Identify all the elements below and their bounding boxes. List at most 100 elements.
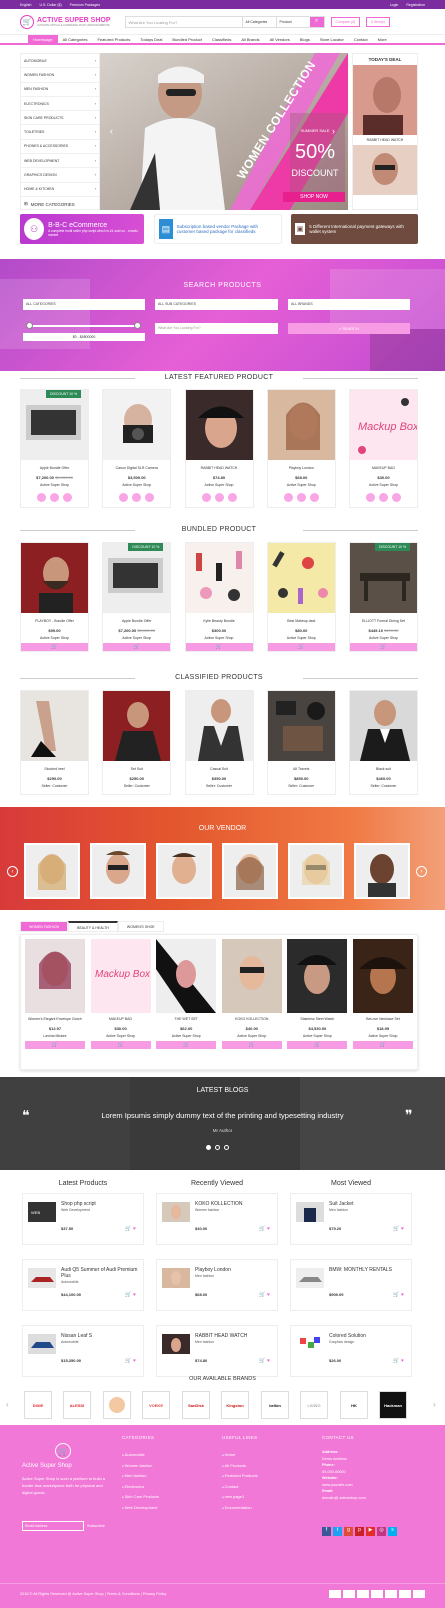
add-to-cart-button[interactable]: 🛒 xyxy=(352,1041,413,1049)
banner-bbc[interactable]: ⚇ B-B-C eCommerce A complete multi seller… xyxy=(20,214,144,244)
sidebar-item-men-fashion[interactable]: MEN FASHION › xyxy=(21,83,99,97)
footer-link[interactable]: new page1 xyxy=(222,1492,310,1503)
keyword-input[interactable]: What Are You Looking For? xyxy=(155,323,278,334)
sidebar-item-toiletries[interactable]: TOILETRIES › xyxy=(21,125,99,140)
product-name[interactable]: PLAYBOY - Bundle Offer xyxy=(21,619,88,623)
sidebar-item-automobile[interactable]: AUTOMOBILE › xyxy=(21,54,99,69)
compare-icon[interactable] xyxy=(392,493,401,502)
product-seller[interactable]: Active Super Shop xyxy=(103,483,170,487)
product-seller[interactable]: Active Super Shop xyxy=(268,636,335,640)
cart-icon[interactable] xyxy=(283,493,293,502)
product-card[interactable]: Kylie Beauty Bundle $300.00 Active Super… xyxy=(184,542,254,652)
product-name[interactable]: RABBIT HEAD WATCH xyxy=(186,466,253,470)
login-link[interactable]: Login xyxy=(390,3,399,7)
footer-link[interactable]: Contact xyxy=(222,1482,310,1493)
product-card[interactable]: All Travels $850.00 Seller: Customer xyxy=(266,690,336,795)
brand-logo[interactable]: Hackman xyxy=(379,1391,407,1419)
more-categories-button[interactable]: ⊞ MORE CATEGORIES xyxy=(21,197,99,211)
product-card[interactable]: Casual Suit $350.00 Seller: Customer xyxy=(184,690,254,795)
filter-category-select[interactable]: ALL CATEGORIES xyxy=(23,299,145,310)
nav-contact[interactable]: Contact xyxy=(349,35,373,44)
product-name[interactable]: MAKEUP BAG xyxy=(91,1017,151,1021)
heart-icon[interactable] xyxy=(379,493,388,502)
cart-icon[interactable] xyxy=(119,493,129,502)
range-handle-max[interactable] xyxy=(134,322,141,329)
filter-brand-select[interactable]: ALL BRANDS xyxy=(288,299,410,310)
hero-prev-arrow-icon[interactable]: ‹ xyxy=(110,126,113,136)
list-item[interactable]: KOKO KOLLECTION Women fashion $40.00 🛒 ♥ xyxy=(156,1193,278,1245)
product-name[interactable]: Canon Digital SLR Camera xyxy=(103,466,170,470)
product-name[interactable]: KOKO KOLLECTION xyxy=(222,1017,282,1021)
product-name[interactable]: MAKEUP BAG xyxy=(350,466,417,470)
product-card[interactable]: DISCOUNT 10 % Apple Bundle Offer $7,200.… xyxy=(102,542,172,652)
nav-all-categories[interactable]: All Categories xyxy=(58,35,93,44)
add-to-cart-button[interactable]: 🛒 xyxy=(350,643,417,651)
nav-more[interactable]: More xyxy=(373,35,392,44)
product-card[interactable]: Set Suit $250.00 Seller: Customer xyxy=(102,690,172,795)
product-seller[interactable]: Active Super Shop xyxy=(350,483,417,487)
nav-featured[interactable]: Featured Products xyxy=(92,35,135,44)
product-card[interactable]: THE WET SET $62.00 Active Super Shop 🛒 xyxy=(156,939,217,1065)
footer-link[interactable]: Home xyxy=(222,1450,310,1461)
heart-icon[interactable] xyxy=(214,493,224,502)
list-item[interactable]: Audi Q5 Summer of Audi Premium Plus Autom… xyxy=(22,1259,144,1311)
product-name[interactable]: Best Makeup deal xyxy=(268,619,335,623)
footer-link[interactable]: Featured Products xyxy=(222,1471,310,1482)
cart-icon[interactable] xyxy=(201,493,211,502)
list-item[interactable]: WEB Shop php script Web Development $37.50 🛒… xyxy=(22,1193,144,1245)
google-plus-icon[interactable]: g xyxy=(344,1527,353,1536)
product-seller[interactable]: Active Super Shop xyxy=(156,1034,216,1038)
search-input[interactable]: What Are You Looking For? xyxy=(126,17,242,27)
brand-logo[interactable]: VOEKE xyxy=(142,1391,170,1419)
product-seller[interactable]: Active Super Shop xyxy=(91,1034,151,1038)
add-to-cart-button[interactable]: 🛒 xyxy=(25,1041,85,1049)
search-button[interactable]: ⌕ xyxy=(309,16,324,27)
add-to-cart-button[interactable]: 🛒 xyxy=(221,1041,282,1049)
footer-link[interactable]: Skin Care Products xyxy=(122,1492,210,1503)
vendor-avatar[interactable] xyxy=(156,843,212,899)
logo[interactable]: 🛒 ACTIVE SUPER SHOP ULTIMATE VIRTUAL E-C… xyxy=(20,14,111,29)
product-seller[interactable]: Active Super Shop xyxy=(21,483,88,487)
product-name[interactable]: Stainless Steel Watch xyxy=(287,1017,347,1021)
footer-link[interactable]: Web Development xyxy=(122,1503,210,1514)
vendor-avatar[interactable] xyxy=(222,843,278,899)
sidebar-item-skin-care[interactable]: SKIN CARE PRODUCTS › xyxy=(21,111,99,126)
nav-blogs[interactable]: Blogs xyxy=(295,35,315,44)
heart-icon[interactable] xyxy=(50,493,59,502)
tab-beauty-health[interactable]: BEAUTY & HEALTH xyxy=(68,921,118,932)
vendor-avatar[interactable] xyxy=(24,843,80,899)
banner-subscription[interactable]: ▤ Subscription based vendor Package with… xyxy=(154,214,282,244)
product-name[interactable]: Women's Elegant Envelope Clutch xyxy=(25,1017,85,1021)
product-card[interactable]: Mackup Box MAKEUP BAG $30.00 Active Supe… xyxy=(349,389,418,508)
vendor-prev-arrow-icon[interactable]: ‹ xyxy=(7,866,18,877)
vendor-avatar[interactable] xyxy=(288,843,344,899)
hero-next-arrow-icon[interactable]: › xyxy=(332,126,335,136)
youtube-icon[interactable]: ▶ xyxy=(366,1527,375,1536)
brand-logo[interactable]: ALESSI xyxy=(63,1391,91,1419)
skype-icon[interactable]: s xyxy=(388,1527,397,1536)
product-card[interactable]: Best Makeup deal $80.00 Active Super Sho… xyxy=(266,542,336,652)
heart-icon[interactable] xyxy=(296,493,306,502)
add-to-cart-button[interactable]: 🛒 xyxy=(156,1041,217,1049)
sidebar-item-phones[interactable]: PHONES & ACCESSORIES › xyxy=(21,140,99,155)
product-card[interactable]: Stocked heel $290.00 Seller: Customer xyxy=(20,690,89,795)
product-name[interactable]: Black suit xyxy=(350,767,417,771)
nav-brands[interactable]: All Brands xyxy=(236,35,264,44)
add-to-cart-button[interactable]: 🛒 xyxy=(287,1041,348,1049)
list-item[interactable]: RABBIT HEAD WATCH Men fashion $74.80 🛒 ♥ xyxy=(156,1325,278,1377)
cart-icon[interactable] xyxy=(366,493,375,502)
product-name[interactable]: Apple Bundle Offer xyxy=(21,466,88,470)
twitter-icon[interactable]: t xyxy=(333,1527,342,1536)
list-item[interactable]: Nissan Leaf S Automobile $15,350.00 🛒 ♥ xyxy=(22,1325,144,1377)
blog-text[interactable]: Lorem Ipsumis simply dummy text of the p… xyxy=(0,1111,445,1120)
add-to-cart-button[interactable]: 🛒 xyxy=(185,643,253,651)
category-select[interactable]: All Categories xyxy=(241,16,276,27)
sidebar-item-home-kitchen[interactable]: HOME & KITCHEN › xyxy=(21,183,99,197)
sidebar-item-graphics[interactable]: GRAPHICS DESIGN › xyxy=(21,168,99,183)
shop-now-button[interactable]: SHOP NOW xyxy=(283,192,345,202)
product-seller[interactable]: Active Super Shop xyxy=(353,1034,413,1038)
dot[interactable] xyxy=(206,1145,211,1150)
product-card[interactable]: Playboy London $68.00 Active Super Shop xyxy=(266,389,336,508)
list-item[interactable]: Suit Jacket Men fashion $79.20 🛒 ♥ xyxy=(290,1193,412,1245)
brand-logo[interactable]: SanDisk xyxy=(182,1391,210,1419)
